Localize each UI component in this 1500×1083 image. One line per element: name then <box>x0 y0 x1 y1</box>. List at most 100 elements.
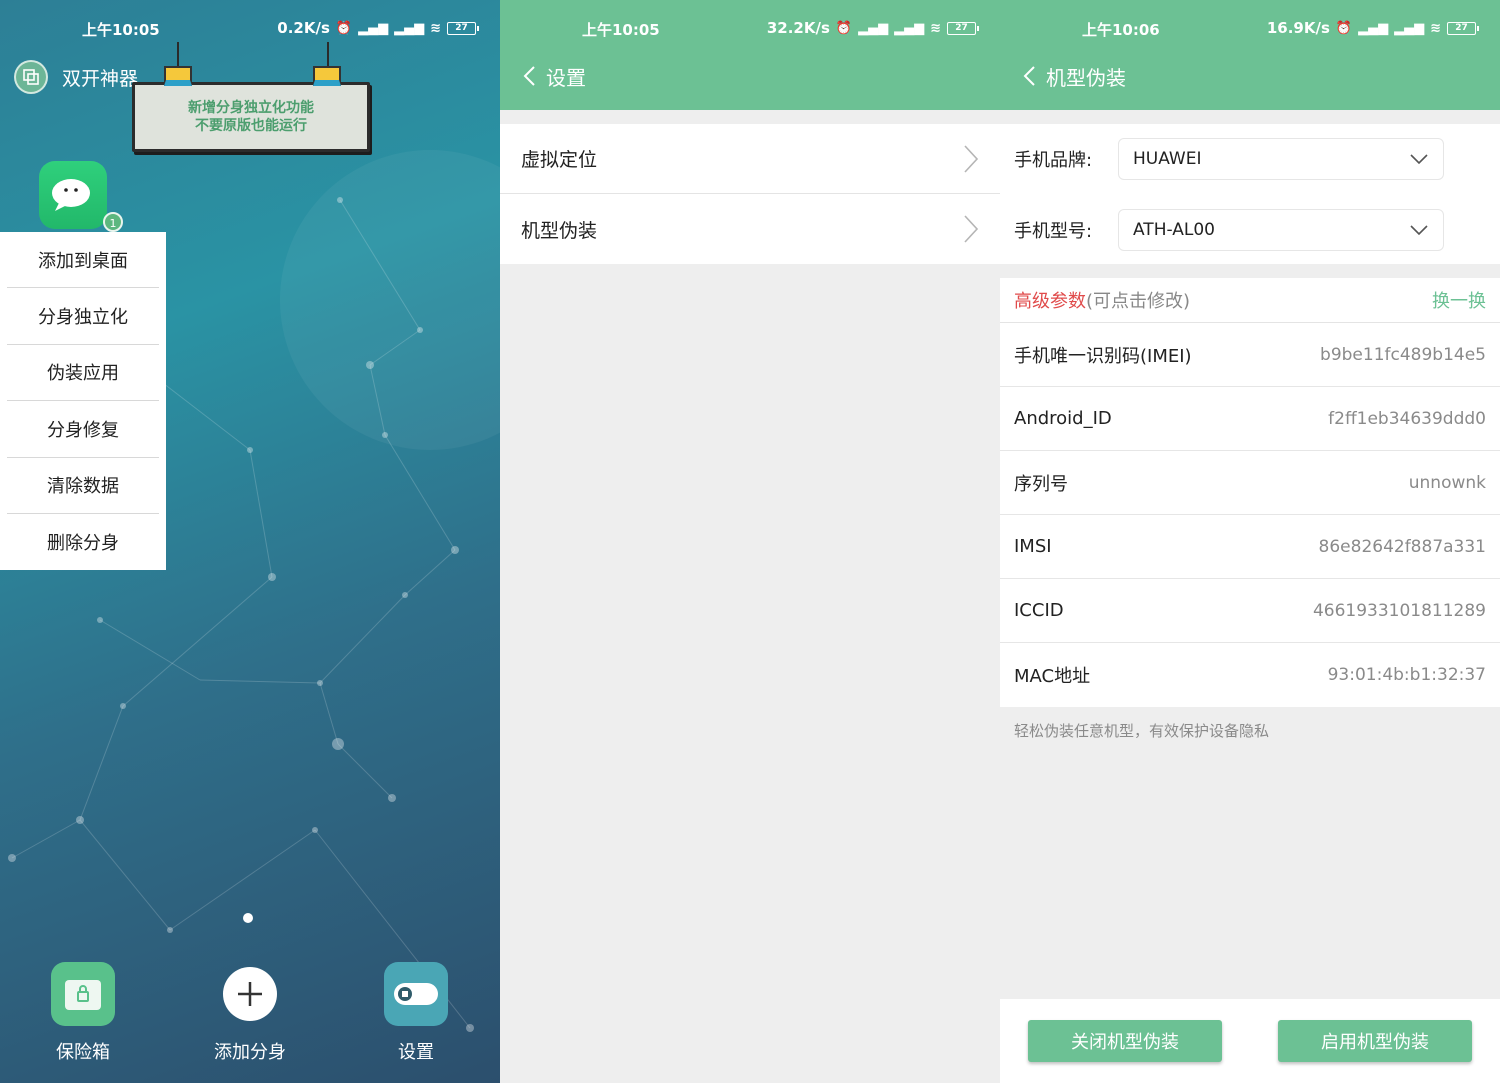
status-bar: 上午10:05 0.2K/s ⏰ ▂▄▆ ▂▄▆ ≋ 27 <box>0 0 500 56</box>
bottom-action-bar: 关闭机型伪装 启用机型伪装 <box>1000 999 1500 1083</box>
chevron-down-icon <box>1410 225 1428 236</box>
dock-item-settings[interactable]: 设置 <box>356 962 476 1064</box>
param-row-iccid[interactable]: ICCID 4661933101811289 <box>1000 579 1500 643</box>
net-speed: 32.2K/s <box>766 19 830 37</box>
banner-line2: 不要原版也能运行 <box>195 118 307 134</box>
brand-row: 手机品牌: HUAWEI <box>1014 137 1484 181</box>
brand-select[interactable]: HUAWEI <box>1118 138 1444 180</box>
model-label: 手机型号: <box>1014 221 1093 242</box>
wechat-clone-app-icon[interactable] <box>39 161 107 229</box>
menu-item-clear-data[interactable]: 清除数据 <box>7 458 159 514</box>
page-indicator <box>243 913 253 923</box>
alarm-icon: ⏰ <box>335 20 353 36</box>
status-time: 上午10:05 <box>582 21 660 39</box>
wifi-icon: ≋ <box>930 20 941 36</box>
chevron-down-icon <box>1410 154 1428 165</box>
settings-list: 虚拟定位 机型伪装 <box>500 124 1000 264</box>
clip-icon <box>313 66 341 86</box>
advanced-title-group: 高级参数(可点击修改) <box>1014 287 1190 313</box>
signal-icon: ▂▄▆ <box>858 20 889 36</box>
net-speed: 0.2K/s <box>277 19 330 37</box>
param-row-imsi[interactable]: IMSI 86e82642f887a331 <box>1000 515 1500 579</box>
clone-count-badge: 1 <box>103 212 123 232</box>
param-label: MAC地址 <box>1014 666 1091 687</box>
model-row: 手机型号: ATH-AL00 <box>1014 208 1484 252</box>
battery-icon: 27 <box>1447 21 1479 35</box>
model-select[interactable]: ATH-AL00 <box>1118 209 1444 251</box>
app-logo-icon <box>14 60 48 94</box>
status-bar: 上午10:06 16.9K/s ⏰ ▂▄▆ ▂▄▆ ≋ 27 <box>1000 0 1500 56</box>
alarm-icon: ⏰ <box>1335 20 1353 36</box>
menu-item-repair[interactable]: 分身修复 <box>7 401 159 458</box>
device-form: 手机品牌: HUAWEI 手机型号: ATH-AL00 <box>1000 124 1500 264</box>
brand-header: 双开神器 <box>14 60 138 94</box>
signal-icon: ▂▄▆ <box>394 20 425 36</box>
footnote: 轻松伪装任意机型，有效保护设备隐私 <box>1014 722 1270 740</box>
param-row-android-id[interactable]: Android_ID f2ff1eb34639ddd0 <box>1000 387 1500 451</box>
advanced-params: 高级参数(可点击修改) 换一换 手机唯一识别码(IMEI) b9be11fc48… <box>1000 278 1500 707</box>
brand-title: 双开神器 <box>62 67 139 90</box>
status-time: 上午10:05 <box>82 21 160 39</box>
device-disguise-screen: 上午10:06 16.9K/s ⏰ ▂▄▆ ▂▄▆ ≋ 27 机型伪装 手机品牌… <box>1000 0 1500 1083</box>
promo-banner[interactable]: 新增分身独立化功能 不要原版也能运行 <box>132 82 370 152</box>
back-arrow-icon[interactable] <box>1020 64 1040 88</box>
chevron-right-icon <box>964 144 979 173</box>
model-value: ATH-AL00 <box>1133 220 1215 240</box>
param-value: unnownk <box>1408 472 1486 493</box>
alarm-icon: ⏰ <box>835 20 853 36</box>
signal-icon: ▂▄▆ <box>1394 20 1425 36</box>
settings-screen: 上午10:05 32.2K/s ⏰ ▂▄▆ ▂▄▆ ≋ 27 设置 虚拟定位 机… <box>500 0 1000 1083</box>
wifi-icon: ≋ <box>1430 20 1441 36</box>
wifi-icon: ≋ <box>430 20 441 36</box>
page-title: 设置 <box>546 66 586 90</box>
signal-icon: ▂▄▆ <box>1358 20 1389 36</box>
settings-item-label: 虚拟定位 <box>521 149 598 171</box>
battery-icon: 27 <box>447 21 479 35</box>
enable-disguise-button[interactable]: 启用机型伪装 <box>1278 1020 1472 1062</box>
param-value: 4661933101811289 <box>1312 600 1486 621</box>
param-row-serial[interactable]: 序列号 unnownk <box>1000 451 1500 515</box>
menu-item-independent[interactable]: 分身独立化 <box>7 288 159 345</box>
back-arrow-icon[interactable] <box>520 64 540 88</box>
banner-wire <box>177 42 179 68</box>
param-row-mac[interactable]: MAC地址 93:01:4b:b1:32:37 <box>1000 643 1500 707</box>
brand-label: 手机品牌: <box>1014 150 1093 171</box>
dock-label-vault: 保险箱 <box>56 1042 110 1063</box>
plus-icon <box>223 967 277 1021</box>
home-screen: 上午10:05 0.2K/s ⏰ ▂▄▆ ▂▄▆ ≋ 27 双开神器 新增分身独… <box>0 0 500 1083</box>
app-context-menu: 添加到桌面 分身独立化 伪装应用 分身修复 清除数据 删除分身 <box>0 232 166 570</box>
dock-item-add-clone[interactable]: 添加分身 <box>190 962 310 1064</box>
param-label: ICCID <box>1014 600 1064 621</box>
page-title: 机型伪装 <box>1046 66 1126 90</box>
menu-item-disguise-app[interactable]: 伪装应用 <box>7 345 159 402</box>
menu-item-add-to-desktop[interactable]: 添加到桌面 <box>7 232 159 289</box>
menu-item-delete-clone[interactable]: 删除分身 <box>7 514 159 570</box>
lock-icon <box>51 962 115 1026</box>
param-value: f2ff1eb34639ddd0 <box>1328 408 1486 429</box>
settings-item-device-disguise[interactable]: 机型伪装 <box>500 194 1000 264</box>
shuffle-link[interactable]: 换一换 <box>1432 287 1486 313</box>
dock-label-add-clone: 添加分身 <box>214 1042 286 1063</box>
net-speed: 16.9K/s <box>1266 19 1330 37</box>
param-value: 86e82642f887a331 <box>1318 536 1486 557</box>
banner-wire <box>327 42 329 68</box>
toggle-icon <box>384 962 448 1026</box>
brand-value: HUAWEI <box>1133 149 1202 169</box>
banner-line1: 新增分身独立化功能 <box>188 100 314 116</box>
settings-item-label: 机型伪装 <box>521 219 598 242</box>
param-label: 序列号 <box>1014 473 1068 495</box>
dock-item-vault[interactable]: 保险箱 <box>23 962 143 1064</box>
param-label: IMSI <box>1014 536 1052 557</box>
disable-disguise-button[interactable]: 关闭机型伪装 <box>1028 1020 1222 1062</box>
settings-item-virtual-location[interactable]: 虚拟定位 <box>500 124 1000 194</box>
status-time: 上午10:06 <box>1082 21 1160 39</box>
signal-icon: ▂▄▆ <box>894 20 925 36</box>
param-label: Android_ID <box>1014 408 1112 429</box>
app-bar: 上午10:06 16.9K/s ⏰ ▂▄▆ ▂▄▆ ≋ 27 机型伪装 <box>1000 0 1500 110</box>
battery-icon: 27 <box>947 21 979 35</box>
status-bar: 上午10:05 32.2K/s ⏰ ▂▄▆ ▂▄▆ ≋ 27 <box>500 0 1000 56</box>
param-row-imei[interactable]: 手机唯一识别码(IMEI) b9be11fc489b14e5 <box>1000 323 1500 387</box>
param-value: b9be11fc489b14e5 <box>1320 344 1486 365</box>
advanced-title: 高级参数 <box>1014 291 1086 312</box>
advanced-header: 高级参数(可点击修改) 换一换 <box>1000 278 1500 323</box>
